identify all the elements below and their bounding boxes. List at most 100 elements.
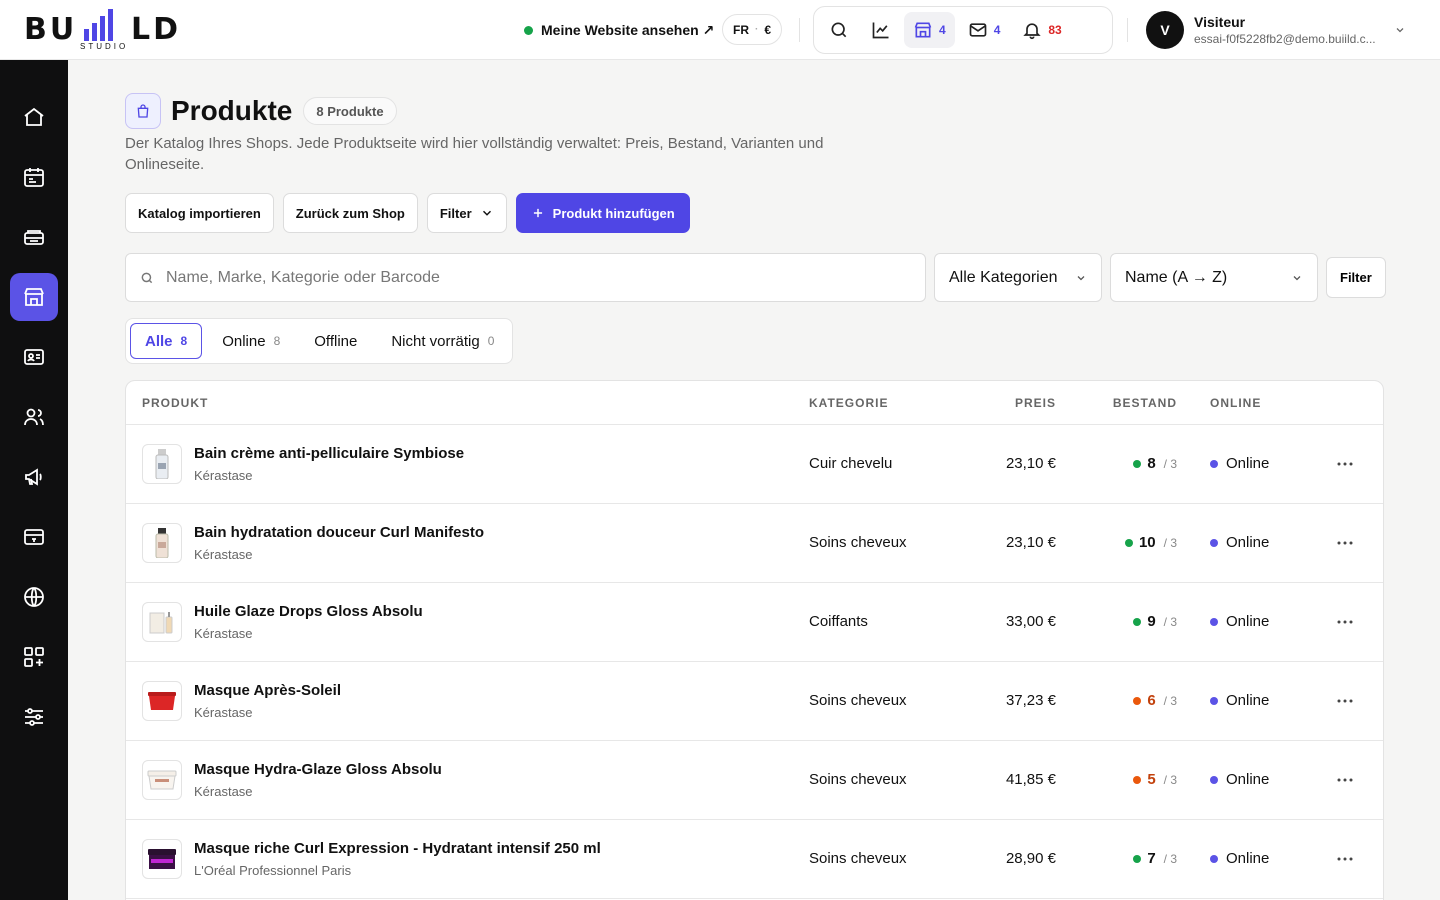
sidebar-item-settings[interactable] <box>10 693 58 741</box>
stock-value: 10 <box>1138 534 1156 551</box>
sidebar-item-inbox[interactable] <box>10 213 58 261</box>
product-thumbnail <box>142 839 182 879</box>
table-row[interactable]: Bain crème anti-pelliculaire Symbiose Ké… <box>126 425 1383 504</box>
view-website-link[interactable]: Meine Website ansehen ↗ <box>524 19 714 41</box>
product-category: Soins cheveux <box>809 692 907 709</box>
stock-status-dot <box>1133 775 1142 784</box>
search-button[interactable] <box>820 12 858 48</box>
filter-button[interactable]: Filter <box>1326 257 1386 298</box>
more-actions-button[interactable] <box>1334 848 1356 870</box>
stock-threshold: / 3 <box>1163 614 1177 629</box>
product-thumbnail <box>142 602 182 642</box>
more-horizontal-icon <box>1337 462 1353 466</box>
more-actions-button[interactable] <box>1334 611 1356 633</box>
product-name[interactable]: Bain crème anti-pelliculaire Symbiose <box>194 445 464 462</box>
more-actions-button[interactable] <box>1334 769 1356 791</box>
sidebar-item-calendar[interactable] <box>10 153 58 201</box>
column-header-online[interactable]: ONLINE <box>1210 396 1261 410</box>
language-label: FR <box>733 22 749 37</box>
online-status: Online <box>1210 692 1269 709</box>
category-select[interactable]: Alle Kategorien <box>934 253 1102 302</box>
product-name[interactable]: Huile Glaze Drops Gloss Absolu <box>194 603 423 620</box>
add-product-label: Produkt hinzufügen <box>552 205 675 221</box>
column-header-product[interactable]: PRODUKT <box>142 396 208 410</box>
analytics-button[interactable] <box>862 12 900 48</box>
product-stock: 10 / 3 <box>1124 534 1177 551</box>
import-catalog-button[interactable]: Katalog importieren <box>125 193 274 233</box>
tab-online[interactable]: Online 8 <box>208 323 294 359</box>
column-header-stock[interactable]: BESTAND <box>1113 396 1177 410</box>
inbox-icon <box>24 230 44 245</box>
product-name[interactable]: Masque Hydra-Glaze Gloss Absolu <box>194 761 442 778</box>
logo-subtitle: STUDIO <box>80 42 129 51</box>
stock-threshold: / 3 <box>1163 772 1177 787</box>
product-price: 28,90 € <box>1005 850 1056 867</box>
tab-all[interactable]: Alle 8 <box>130 323 203 359</box>
sidebar-item-apps[interactable] <box>10 633 58 681</box>
product-price: 33,00 € <box>1005 613 1056 630</box>
more-actions-button[interactable] <box>1334 690 1356 712</box>
more-actions-button[interactable] <box>1334 532 1356 554</box>
sidebar-item-payments[interactable] <box>10 513 58 561</box>
sidebar-item-marketing[interactable] <box>10 453 58 501</box>
divider <box>799 18 800 42</box>
product-thumbnail <box>142 444 182 484</box>
category-select-value: Alle Kategorien <box>949 268 1058 286</box>
sort-select[interactable]: Name (A → Z) <box>1110 253 1318 302</box>
product-price: 41,85 € <box>1005 771 1056 788</box>
back-to-shop-button[interactable]: Zurück zum Shop <box>282 193 418 233</box>
table-row[interactable]: Masque riche Curl Expression - Hydratant… <box>126 820 1383 899</box>
filter-dropdown-button[interactable]: Filter <box>426 193 507 233</box>
filter-label: Filter <box>439 205 472 221</box>
tab-out-of-stock[interactable]: Nicht vorrätig 0 <box>377 323 508 359</box>
sidebar-item-clients[interactable] <box>10 393 58 441</box>
sidebar-item-home[interactable] <box>10 93 58 141</box>
table-row[interactable]: Masque Hydra-Glaze Gloss Absolu Kérastas… <box>126 741 1383 820</box>
product-category: Coiffants <box>809 613 868 630</box>
product-name[interactable]: Masque riche Curl Expression - Hydratant… <box>194 840 601 857</box>
sidebar-item-website[interactable] <box>10 573 58 621</box>
chevron-down-icon[interactable] <box>1394 24 1406 36</box>
quick-actions-group: 4 4 83 <box>813 6 1113 54</box>
user-menu[interactable]: V Visiteur essai-f0f5228fb2@demo.buiild.… <box>1146 11 1386 49</box>
logo[interactable]: BU LD STUDIO <box>24 9 184 53</box>
search-icon <box>141 272 153 283</box>
chevron-down-icon <box>482 210 491 216</box>
column-header-price[interactable]: PREIS <box>1015 396 1056 410</box>
more-actions-button[interactable] <box>1334 453 1356 475</box>
product-name[interactable]: Bain hydratation douceur Curl Manifesto <box>194 524 484 541</box>
more-horizontal-icon <box>1337 620 1353 624</box>
search-box <box>125 253 926 302</box>
bell-icon <box>1023 23 1042 40</box>
page-header: Produkte 8 Produkte <box>125 93 397 129</box>
table-row[interactable]: Masque Après-Soleil Kérastase Soins chev… <box>126 662 1383 741</box>
column-header-category[interactable]: KATEGORIE <box>809 396 888 410</box>
product-category: Soins cheveux <box>809 771 907 788</box>
product-price: 23,10 € <box>1005 534 1056 551</box>
product-name[interactable]: Masque Après-Soleil <box>194 682 341 699</box>
add-product-button[interactable]: Produkt hinzufügen <box>515 193 690 233</box>
sidebar-item-shop[interactable] <box>10 273 58 321</box>
online-status-dot <box>1210 617 1218 626</box>
shop-orders-count: 4 <box>939 23 946 37</box>
sliders-icon <box>25 708 43 726</box>
table-row[interactable]: Huile Glaze Drops Gloss Absolu Kérastase… <box>126 583 1383 662</box>
notifications-button[interactable]: 83 <box>1013 12 1070 48</box>
online-status-label: Online <box>1226 850 1270 867</box>
tab-offline[interactable]: Offline <box>300 323 371 359</box>
live-status-dot <box>524 25 533 35</box>
product-brand: Kérastase <box>194 468 253 483</box>
sidebar <box>0 60 68 900</box>
language-currency-selector[interactable]: FR · € <box>722 14 783 45</box>
stock-value: 6 <box>1147 692 1156 709</box>
messages-button[interactable]: 4 <box>959 12 1010 48</box>
contact-card-icon <box>24 349 44 365</box>
product-search-input[interactable] <box>166 268 866 287</box>
product-thumbnail <box>142 681 182 721</box>
shop-orders-button[interactable]: 4 <box>904 12 955 48</box>
more-horizontal-icon <box>1337 857 1353 861</box>
stock-status-dot <box>1124 538 1133 547</box>
table-row[interactable]: Bain hydratation douceur Curl Manifesto … <box>126 504 1383 583</box>
sidebar-item-contacts[interactable] <box>10 333 58 381</box>
product-category: Soins cheveux <box>809 534 907 551</box>
